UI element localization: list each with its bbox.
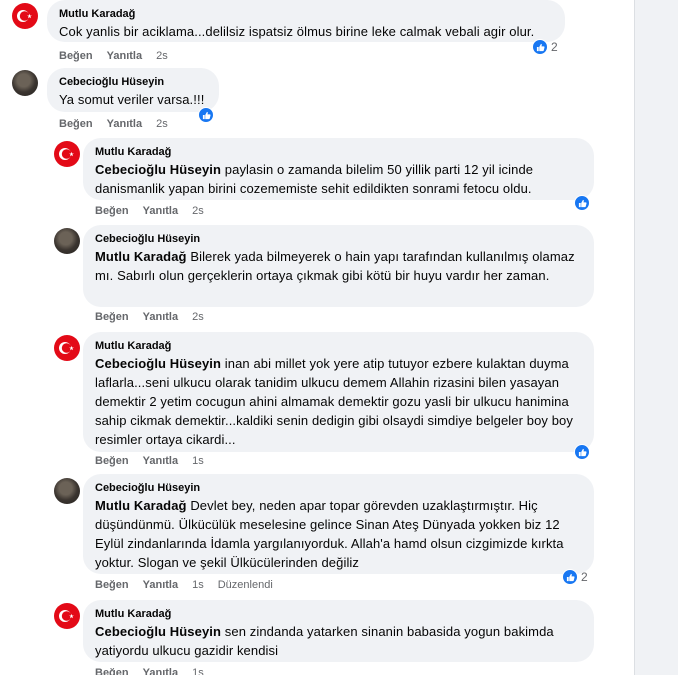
comment-author[interactable]: Mutlu Karadağ [95, 339, 582, 354]
timestamp[interactable]: 2s [156, 118, 168, 130]
comment-bubble: Mutlu Karadağ Cebecioğlu Hüseyin sen zin… [83, 600, 594, 662]
timestamp[interactable]: 1s [192, 579, 204, 591]
reaction-count: 2 [551, 40, 558, 54]
like-button[interactable]: Beğen [95, 311, 129, 323]
turkish-flag-icon [59, 610, 74, 622]
reply-button[interactable]: Yanıtla [143, 667, 178, 675]
turkish-flag-icon [59, 342, 74, 354]
reply-button[interactable]: Yanıtla [107, 50, 142, 62]
comment-text: Cebecioğlu Hüseyin sen zindanda yatarken… [95, 622, 582, 660]
avatar[interactable] [54, 228, 80, 254]
comment-body: Cok yanlis bir aciklama...delilsiz ispat… [59, 24, 535, 39]
reply-button[interactable]: Yanıtla [143, 455, 178, 467]
comment-text: Cok yanlis bir aciklama...delilsiz ispat… [59, 22, 553, 41]
like-button[interactable]: Beğen [95, 667, 129, 675]
comment-bubble: Mutlu Karadağ Cok yanlis bir aciklama...… [47, 0, 565, 42]
like-button[interactable]: Beğen [59, 118, 93, 130]
comment-actions: Beğen Yanıtla 2s [59, 50, 182, 62]
like-icon [574, 444, 590, 460]
comment-actions: Beğen Yanıtla 2s [95, 205, 218, 217]
avatar[interactable] [54, 141, 80, 167]
like-icon [532, 39, 548, 55]
reaction-count: 2 [581, 570, 588, 584]
like-icon [198, 107, 214, 123]
like-button[interactable]: Beğen [95, 205, 129, 217]
avatar[interactable] [12, 70, 38, 96]
mention-link[interactable]: Mutlu Karadağ [95, 498, 187, 513]
comment-author[interactable]: Mutlu Karadağ [95, 145, 582, 160]
comment-actions: Beğen Yanıtla 2s [95, 311, 218, 323]
timestamp[interactable]: 2s [156, 50, 168, 62]
comment-text: Cebecioğlu Hüseyin paylasin o zamanda bi… [95, 160, 582, 198]
comment-actions: Beğen Yanıtla 1s Düzenlendi [95, 579, 287, 591]
comment-bubble: Mutlu Karadağ Cebecioğlu Hüseyin paylasi… [83, 138, 594, 200]
mention-link[interactable]: Mutlu Karadağ [95, 249, 187, 264]
like-button[interactable]: Beğen [95, 455, 129, 467]
like-button[interactable]: Beğen [59, 50, 93, 62]
timestamp[interactable]: 2s [192, 311, 204, 323]
comment-body: Ya somut veriler varsa.!!! [59, 92, 205, 107]
comment-text: Mutlu Karadağ Bilerek yada bilmeyerek o … [95, 247, 582, 285]
avatar[interactable] [54, 478, 80, 504]
comment-actions: Beğen Yanıtla 2s [59, 118, 182, 130]
like-button[interactable]: Beğen [95, 579, 129, 591]
timestamp[interactable]: 1s [192, 455, 204, 467]
avatar[interactable] [54, 335, 80, 361]
like-icon [574, 195, 590, 211]
comment-text: Cebecioğlu Hüseyin inan abi millet yok y… [95, 354, 582, 449]
comment-author[interactable]: Cebecioğlu Hüseyin [59, 75, 207, 90]
comment-author[interactable]: Cebecioğlu Hüseyin [95, 232, 582, 247]
reply-button[interactable]: Yanıtla [143, 205, 178, 217]
like-icon [562, 569, 578, 585]
reply-button[interactable]: Yanıtla [143, 311, 178, 323]
reaction-summary[interactable] [574, 443, 590, 461]
turkish-flag-icon [17, 10, 32, 22]
reaction-summary[interactable]: 2 [562, 568, 588, 586]
timestamp[interactable]: 2s [192, 205, 204, 217]
reply-button[interactable]: Yanıtla [107, 118, 142, 130]
comment-bubble: Cebecioğlu Hüseyin Ya somut veriler vars… [47, 68, 219, 112]
comment-bubble: Cebecioğlu Hüseyin Mutlu Karadağ Bilerek… [83, 225, 594, 307]
comment-bubble: Cebecioğlu Hüseyin Mutlu Karadağ Devlet … [83, 474, 594, 574]
turkish-flag-icon [59, 148, 74, 160]
avatar[interactable] [12, 3, 38, 29]
comment-author[interactable]: Mutlu Karadağ [95, 607, 582, 622]
comment-actions: Beğen Yanıtla 1s [95, 455, 218, 467]
mention-link[interactable]: Cebecioğlu Hüseyin [95, 356, 221, 371]
comment-bubble: Mutlu Karadağ Cebecioğlu Hüseyin inan ab… [83, 332, 594, 452]
comment-author[interactable]: Cebecioğlu Hüseyin [95, 481, 582, 496]
timestamp[interactable]: 1s [192, 667, 204, 675]
comment-text: Mutlu Karadağ Devlet bey, neden apar top… [95, 496, 582, 572]
reaction-summary[interactable]: 2 [532, 38, 558, 56]
reaction-summary[interactable] [198, 106, 214, 124]
comment-author[interactable]: Mutlu Karadağ [59, 7, 553, 22]
mention-link[interactable]: Cebecioğlu Hüseyin [95, 162, 221, 177]
right-panel [634, 0, 678, 675]
mention-link[interactable]: Cebecioğlu Hüseyin [95, 624, 221, 639]
comment-actions: Beğen Yanıtla 1s [95, 667, 218, 675]
reaction-summary[interactable] [574, 194, 590, 212]
avatar[interactable] [54, 603, 80, 629]
edited-label[interactable]: Düzenlendi [218, 579, 273, 591]
reply-button[interactable]: Yanıtla [143, 579, 178, 591]
